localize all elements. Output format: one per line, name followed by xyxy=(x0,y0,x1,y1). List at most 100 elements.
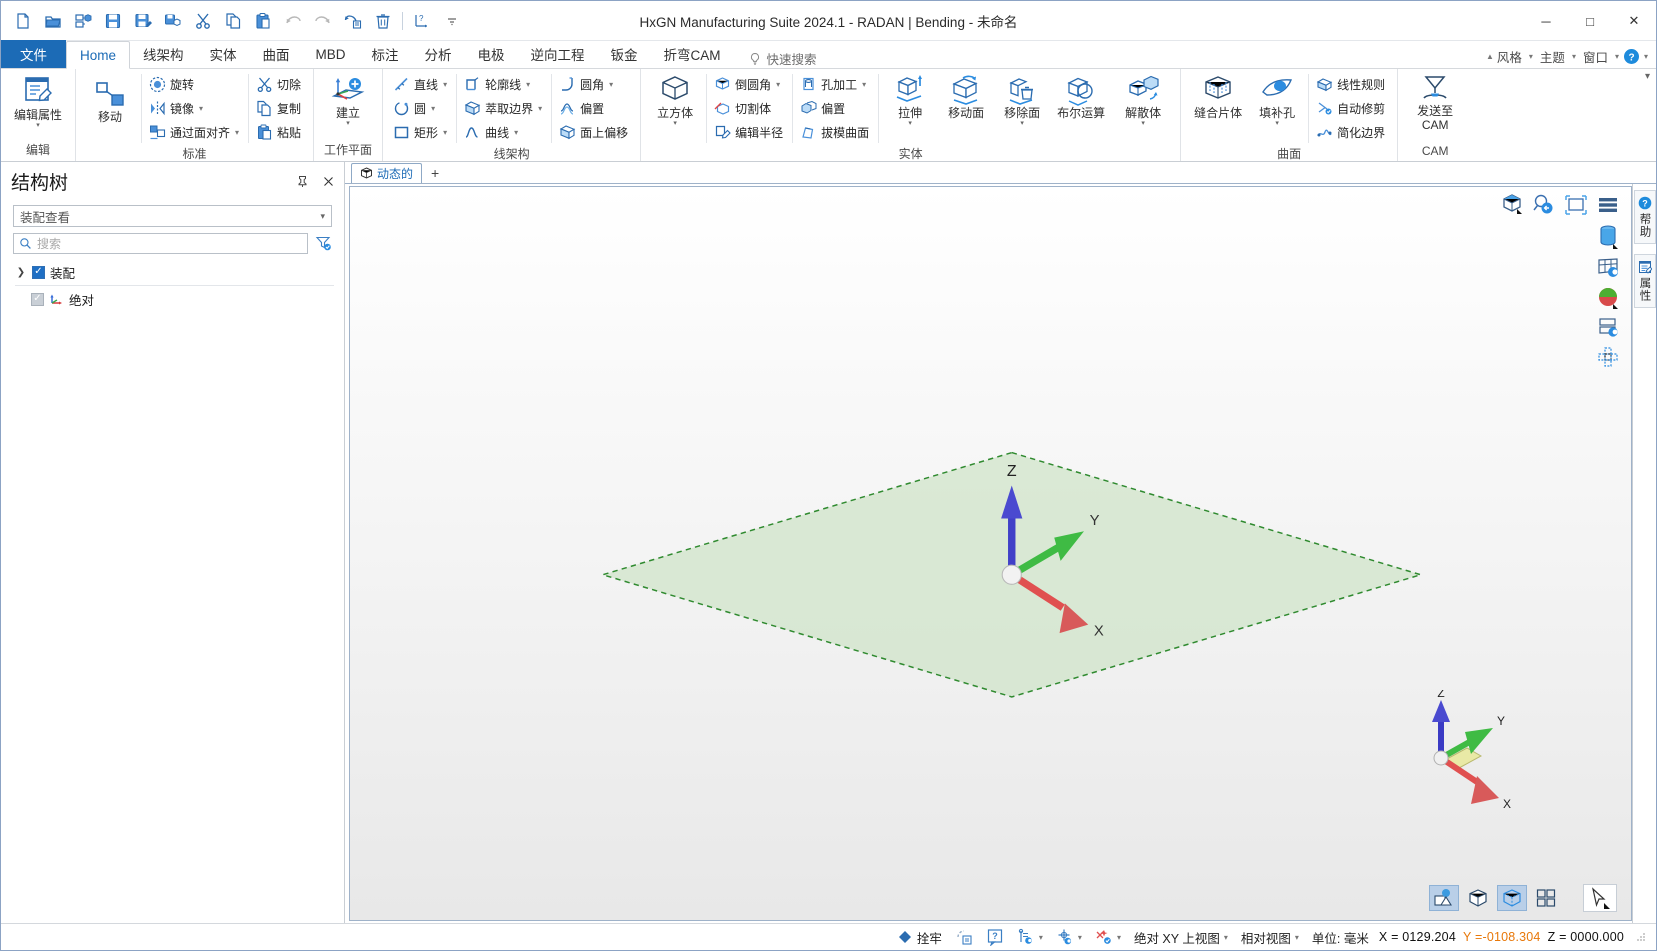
dropdown-caret[interactable]: ▾ xyxy=(443,80,447,89)
dropdown-caret[interactable]: ▾ xyxy=(526,80,530,89)
theme-menu[interactable]: 主题 xyxy=(1537,45,1568,68)
offset-button[interactable]: 偏置 xyxy=(557,97,632,120)
dimension-icon[interactable]: ? xyxy=(408,7,436,35)
dropdown-caret[interactable]: ▾ xyxy=(199,104,203,113)
dropdown-caret[interactable]: ▾ xyxy=(36,122,40,129)
chevron-down-icon-style[interactable]: ▾ xyxy=(1529,52,1533,61)
dropdown-caret[interactable]: ▾ xyxy=(514,128,518,137)
dropdown-caret[interactable]: ▾ xyxy=(673,120,677,127)
help-circle-icon[interactable]: ? xyxy=(1623,48,1640,65)
assembly-view-select[interactable]: 装配查看 ▾ xyxy=(13,205,332,227)
simplify-boundary-button[interactable]: 简化边界 xyxy=(1314,121,1389,144)
select-cursor-icon[interactable] xyxy=(1583,884,1617,912)
fill-hole-button[interactable]: 填补孔 ▾ xyxy=(1249,72,1305,129)
cylinder-primitive-icon[interactable] xyxy=(1595,225,1621,249)
spline-button[interactable]: 曲线 ▾ xyxy=(462,121,546,144)
snap-intersection-icon[interactable]: ▾ xyxy=(1092,927,1124,947)
filter-icon[interactable] xyxy=(314,235,332,253)
chevron-down-icon[interactable]: ▾ xyxy=(1224,933,1228,942)
tab-reverse-engineering[interactable]: 逆向工程 xyxy=(518,40,598,68)
dropdown-caret[interactable]: ▾ xyxy=(609,80,613,89)
view-mode-selector[interactable]: 绝对 XY 上视图 ▾ xyxy=(1131,927,1231,948)
fillet-button[interactable]: 圆角 ▾ xyxy=(557,73,632,96)
dropdown-caret[interactable]: ▾ xyxy=(443,128,447,137)
profile-button[interactable]: 轮廓线 ▾ xyxy=(462,73,546,96)
dropdown-caret[interactable]: ▾ xyxy=(431,104,435,113)
construct-icon[interactable] xyxy=(952,927,976,947)
style-menu[interactable]: ▲ 风格 xyxy=(1483,45,1525,68)
cube-button[interactable]: 立方体 ▾ xyxy=(647,72,703,129)
dock-tab-help[interactable]: ? 帮助 xyxy=(1633,190,1656,244)
tab-mbd[interactable]: MBD xyxy=(303,40,359,68)
dropdown-caret[interactable]: ▾ xyxy=(346,120,350,127)
extract-boundary-button[interactable]: 萃取边界 ▾ xyxy=(462,97,546,120)
layers-menu-icon[interactable] xyxy=(1595,193,1621,217)
dropdown-caret[interactable]: ▾ xyxy=(776,80,780,89)
checkbox-absolute[interactable]: ✓ xyxy=(31,292,44,306)
chevron-down-icon[interactable]: ▾ xyxy=(1117,933,1121,942)
round-edge-button[interactable]: 倒圆角 ▾ xyxy=(712,73,787,96)
tree-item-absolute[interactable]: ✓ 绝对 xyxy=(1,289,344,309)
window-menu[interactable]: 窗口 xyxy=(1580,45,1611,68)
send-to-cam-button[interactable]: 发送至 CAM xyxy=(1404,72,1466,133)
qat-overflow-icon[interactable] xyxy=(438,7,466,35)
save-as-icon[interactable] xyxy=(129,7,157,35)
minimize-button[interactable]: ─ xyxy=(1524,1,1568,41)
copy-icon[interactable] xyxy=(219,7,247,35)
question-box-icon[interactable]: ? xyxy=(983,927,1007,947)
open-folder-icon[interactable] xyxy=(39,7,67,35)
tab-solid[interactable]: 实体 xyxy=(197,40,250,68)
ruled-surface-button[interactable]: 线性规则 xyxy=(1314,73,1389,96)
extrude-button[interactable]: 拉伸 ▾ xyxy=(882,72,938,129)
section-view-icon[interactable] xyxy=(1595,315,1621,339)
chevron-down-icon-theme[interactable]: ▾ xyxy=(1572,52,1576,61)
circle-button[interactable]: 圆 ▾ xyxy=(391,97,451,120)
tab-file[interactable]: 文件 xyxy=(1,40,66,68)
pin-icon[interactable] xyxy=(294,174,310,190)
relative-view-selector[interactable]: 相对视图 ▾ xyxy=(1238,927,1302,948)
rotate-button[interactable]: 旋转 xyxy=(147,73,243,96)
chevron-down-icon[interactable]: ▾ xyxy=(1078,933,1082,942)
explode-body-button[interactable]: 解散体 ▾ xyxy=(1112,72,1174,129)
wireframe-cube-icon[interactable] xyxy=(1497,885,1527,911)
quick-search[interactable]: 快速搜索 xyxy=(748,49,817,68)
ribbon-collapse-button[interactable]: ▾ xyxy=(1645,71,1650,82)
mirror-button[interactable]: 镜像 ▾ xyxy=(147,97,243,120)
tab-surface[interactable]: 曲面 xyxy=(250,40,303,68)
chevron-down-icon[interactable]: ▾ xyxy=(1039,933,1043,942)
boolean-button[interactable]: 布尔运算 xyxy=(1050,72,1112,122)
chevron-down-icon-window[interactable]: ▾ xyxy=(1615,52,1619,61)
auto-trim-button[interactable]: 自动修剪 xyxy=(1314,97,1389,120)
delete-trash-icon[interactable] xyxy=(369,7,397,35)
chevron-down-icon[interactable]: ▾ xyxy=(1295,933,1299,942)
checkbox-assembly[interactable]: ✓ xyxy=(32,265,45,279)
cut-button[interactable]: 切除 xyxy=(254,73,305,96)
zoom-previous-icon[interactable] xyxy=(1531,193,1557,217)
dock-tab-properties[interactable]: 属性 xyxy=(1633,254,1656,308)
redo-list-icon[interactable] xyxy=(339,7,367,35)
rectangle-button[interactable]: 矩形 ▾ xyxy=(391,121,451,144)
fit-to-window-icon[interactable] xyxy=(1563,193,1589,217)
tab-electrode[interactable]: 电极 xyxy=(465,40,518,68)
stitch-sheet-button[interactable]: 缝合片体 xyxy=(1187,72,1249,122)
draft-surface-button[interactable]: 拔模曲面 xyxy=(798,121,873,144)
remove-face-button[interactable]: 移除面 ▾ xyxy=(994,72,1050,129)
line-button[interactable]: 直线 ▾ xyxy=(391,73,451,96)
split-body-button[interactable]: 切割体 xyxy=(712,97,787,120)
solid-offset-button[interactable]: 偏置 xyxy=(798,97,873,120)
open-3d-icon[interactable] xyxy=(69,7,97,35)
tab-annotation[interactable]: 标注 xyxy=(359,40,412,68)
view-cube-icon[interactable] xyxy=(1499,193,1525,217)
maximize-button[interactable]: □ xyxy=(1568,1,1612,41)
copy-button[interactable]: 复制 xyxy=(254,97,305,120)
tree-item-assembly[interactable]: ❯ ✓ 装配 xyxy=(1,262,344,282)
chevron-right-icon[interactable]: ❯ xyxy=(15,267,27,278)
tab-wireframe[interactable]: 线架构 xyxy=(130,40,197,68)
tab-home[interactable]: Home xyxy=(66,41,131,69)
new-file-icon[interactable] xyxy=(9,7,37,35)
move-face-button[interactable]: 移动面 xyxy=(938,72,994,122)
paste-button[interactable]: 粘贴 xyxy=(254,121,305,144)
tab-sheet-metal[interactable]: 钣金 xyxy=(598,40,651,68)
close-icon[interactable] xyxy=(320,174,336,190)
snap-center-icon[interactable]: ▾ xyxy=(1053,927,1085,947)
